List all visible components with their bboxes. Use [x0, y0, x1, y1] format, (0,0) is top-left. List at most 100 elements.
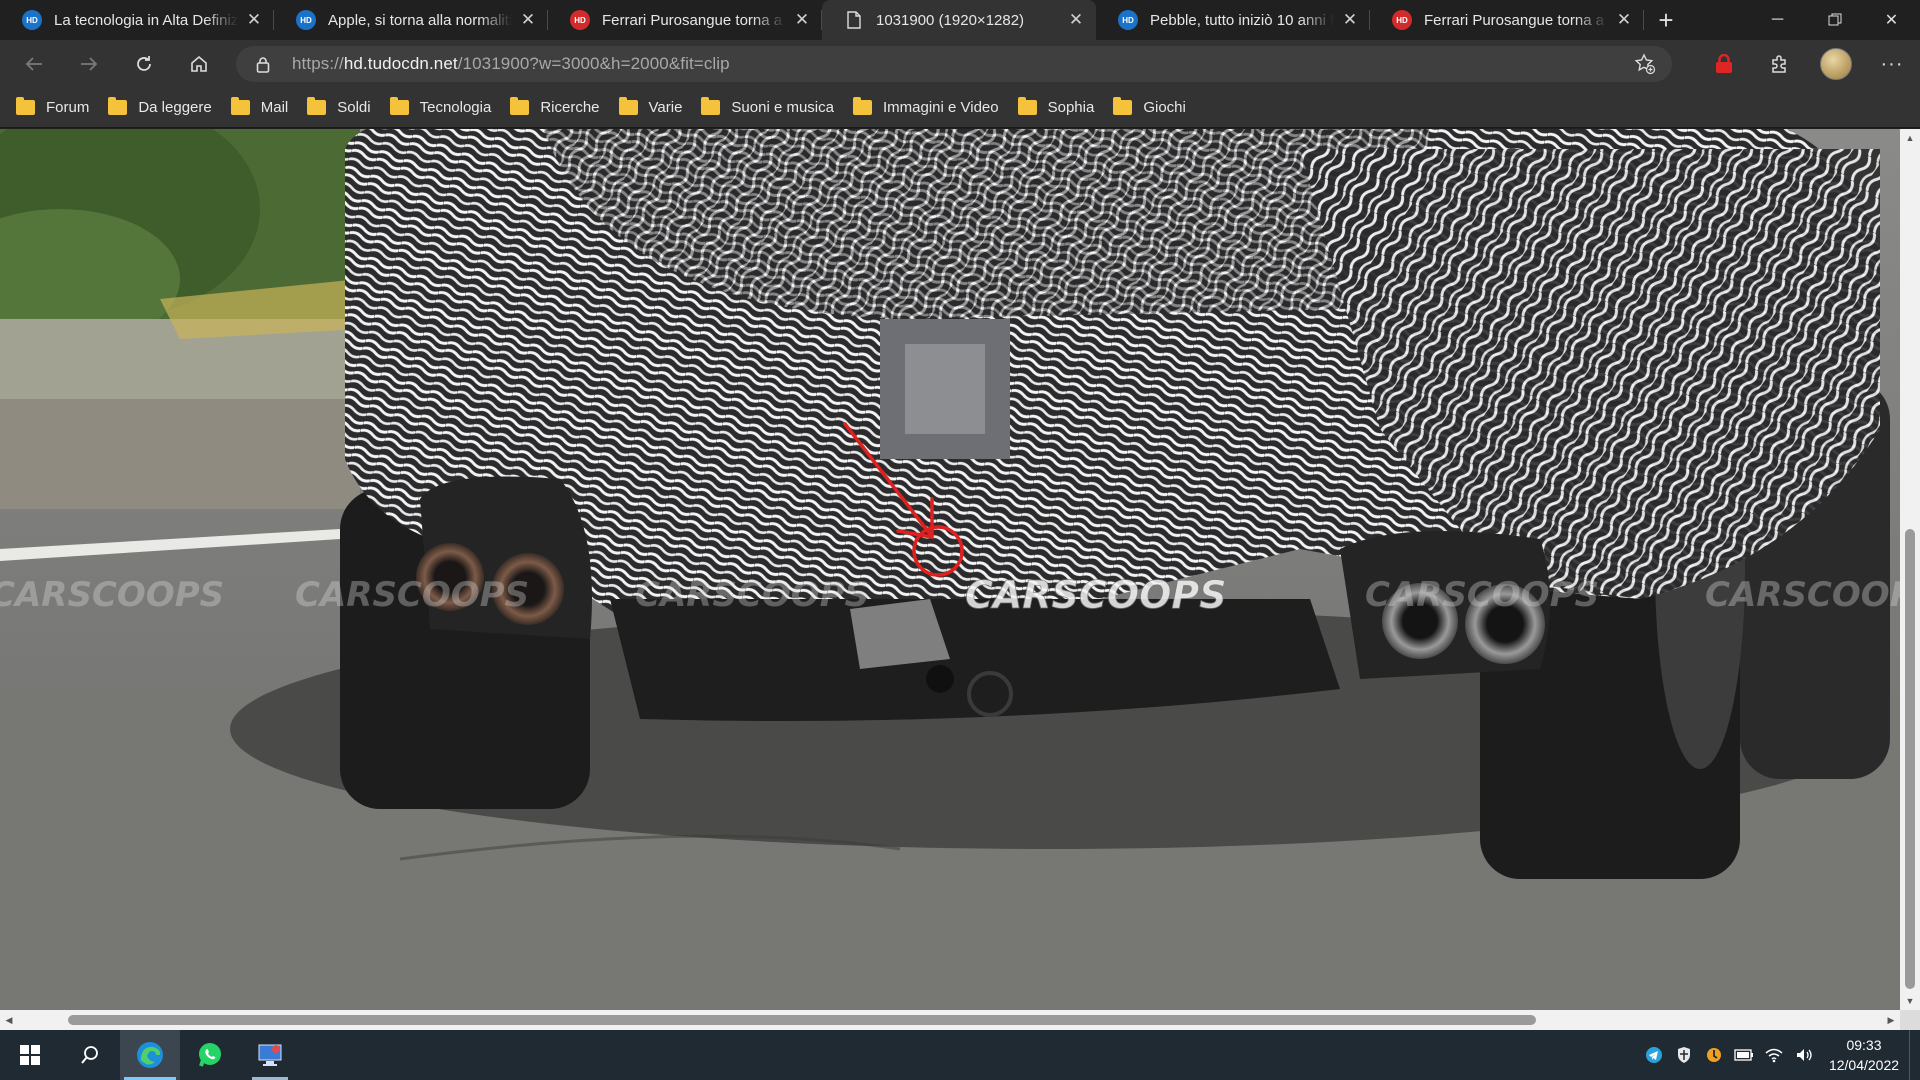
tab-title: Pebble, tutto iniziò 10 anni fa [1150, 11, 1334, 29]
back-arrow-icon[interactable] [6, 40, 61, 88]
close-tab-icon[interactable]: ✕ [518, 10, 538, 30]
new-tab-button[interactable]: + [1644, 0, 1688, 40]
url-scheme: https:// [292, 54, 344, 73]
image-viewport[interactable]: CARSCOOPS CARSCOOPS CARSCOOPS CARSCOOPS … [0, 129, 1900, 1010]
vertical-scrollbar[interactable]: ▲ ▼ [1900, 129, 1920, 1010]
watermark-text: CARSCOOPS [635, 575, 869, 615]
whatsapp-icon [199, 1043, 221, 1067]
address-bar[interactable]: https://hd.tudocdn.net/1031900?w=3000&h=… [236, 46, 1672, 82]
whatsapp-taskbar-button[interactable] [180, 1030, 240, 1080]
bookmark-forum[interactable]: Forum [16, 97, 89, 116]
add-favorite-icon[interactable] [1634, 53, 1656, 80]
horizontal-scroll-thumb[interactable] [68, 1015, 1536, 1025]
tab-title: Ferrari Purosangue torna a farsi vedere [1424, 11, 1608, 29]
extensions-icon[interactable] [1752, 40, 1808, 88]
minimize-icon[interactable]: ─ [1749, 0, 1806, 40]
bookmark-label: Soldi [337, 99, 371, 116]
bookmark-soldi[interactable]: Soldi [307, 97, 371, 116]
bookmark-label: Da leggere [138, 99, 212, 116]
folder-icon [1017, 97, 1037, 115]
search-icon[interactable] [60, 1030, 120, 1080]
volume-icon[interactable] [1789, 1030, 1819, 1080]
bookmark-varie[interactable]: Varie [618, 97, 683, 116]
telegram-tray-icon[interactable] [1639, 1030, 1669, 1080]
start-button[interactable] [0, 1030, 60, 1080]
avatar [1820, 48, 1852, 80]
bookmark-sophia[interactable]: Sophia [1017, 97, 1094, 116]
window-controls: ─ ✕ [1749, 0, 1920, 40]
close-window-icon[interactable]: ✕ [1863, 0, 1920, 40]
tab-title: 1031900 (1920×1282) [876, 11, 1025, 29]
bookmark-tecnologia[interactable]: Tecnologia [389, 97, 491, 116]
clock-date: 12/04/2022 [1828, 1057, 1900, 1073]
horizontal-scrollbar[interactable]: ◀ ▶ [0, 1010, 1900, 1030]
tab-strip: HD La tecnologia in Alta Definizione ✕ H… [0, 0, 1920, 40]
lock-icon[interactable] [252, 56, 274, 73]
bookmark-giochi[interactable]: Giochi [1113, 97, 1186, 116]
bookmarks-bar: Forum Da leggere Mail Soldi Tecnologia R… [0, 88, 1920, 128]
url-text: https://hd.tudocdn.net/1031900?w=3000&h=… [292, 54, 730, 74]
close-tab-icon[interactable]: ✕ [1066, 10, 1086, 30]
folder-icon [852, 97, 872, 115]
app-tray-icon[interactable] [1699, 1030, 1729, 1080]
folder-icon [389, 97, 409, 115]
url-host: hd.tudocdn.net [343, 54, 458, 73]
refresh-icon[interactable] [116, 40, 171, 88]
security-shield-tray-icon[interactable] [1669, 1030, 1699, 1080]
windows-logo-icon [20, 1045, 40, 1065]
watermark-main-text: CARSCOOPS [965, 573, 1227, 617]
restore-icon[interactable] [1806, 0, 1863, 40]
scroll-down-icon[interactable]: ▼ [1900, 992, 1920, 1010]
edge-taskbar-button[interactable] [120, 1030, 180, 1080]
settings-more-icon[interactable]: ··· [1864, 40, 1920, 88]
tab-4-active[interactable]: 1031900 (1920×1282) ✕ [822, 0, 1096, 40]
edge-icon [137, 1042, 163, 1068]
address-toolbar: https://hd.tudocdn.net/1031900?w=3000&h=… [0, 40, 1920, 88]
bookmark-label: Ricerche [540, 99, 600, 116]
close-tab-icon[interactable]: ✕ [1340, 10, 1360, 30]
tab-1[interactable]: HD La tecnologia in Alta Definizione ✕ [0, 0, 274, 40]
scroll-left-icon[interactable]: ◀ [0, 1010, 18, 1030]
hd-favicon-icon: HD [22, 10, 42, 30]
scrollbar-corner [1900, 1010, 1920, 1030]
home-icon[interactable] [171, 40, 226, 88]
system-tray: 09:33 12/04/2022 [1639, 1030, 1920, 1080]
watermark-text: CARSCOOPS [1365, 575, 1599, 615]
tab-3[interactable]: HD Ferrari Purosangue torna a farsi vede… [548, 0, 822, 40]
tab-title: Apple, si torna alla normalità [328, 11, 512, 29]
tab-5[interactable]: HD Pebble, tutto iniziò 10 anni fa ✕ [1096, 0, 1370, 40]
forward-arrow-icon[interactable] [61, 40, 116, 88]
wifi-icon[interactable] [1759, 1030, 1789, 1080]
hd-favicon-icon: HD [1392, 10, 1412, 30]
close-tab-icon[interactable]: ✕ [792, 10, 812, 30]
bookmark-mail[interactable]: Mail [230, 97, 288, 116]
folder-icon [307, 97, 327, 115]
bookmark-ricerche[interactable]: Ricerche [510, 97, 600, 116]
page-icon [844, 10, 864, 30]
bookmark-suoni-e-musica[interactable]: Suoni e musica [701, 97, 834, 116]
clock[interactable]: 09:33 12/04/2022 [1819, 1035, 1909, 1075]
folder-icon [618, 97, 638, 115]
bookmark-label: Immagini e Video [882, 99, 999, 116]
bookmark-da-leggere[interactable]: Da leggere [108, 97, 212, 116]
tab-6[interactable]: HD Ferrari Purosangue torna a farsi vede… [1370, 0, 1644, 40]
scroll-up-icon[interactable]: ▲ [1900, 129, 1920, 147]
tab-title: Ferrari Purosangue torna a farsi vedere [602, 11, 786, 29]
battery-icon[interactable] [1729, 1030, 1759, 1080]
bookmark-label: Varie [648, 99, 683, 116]
close-tab-icon[interactable]: ✕ [1614, 10, 1634, 30]
folder-icon [1113, 97, 1133, 115]
profile-avatar[interactable] [1808, 40, 1864, 88]
folder-icon [230, 97, 250, 115]
vertical-scroll-thumb[interactable] [1905, 529, 1915, 989]
show-desktop-button[interactable] [1909, 1030, 1920, 1080]
close-tab-icon[interactable]: ✕ [244, 10, 264, 30]
watermark-text: CARSCOOPS [0, 575, 224, 615]
tab-2[interactable]: HD Apple, si torna alla normalità ✕ [274, 0, 548, 40]
car-rear-photo: CARSCOOPS CARSCOOPS CARSCOOPS CARSCOOPS … [0, 129, 1900, 1010]
hd-favicon-icon: HD [1118, 10, 1138, 30]
scroll-right-icon[interactable]: ▶ [1882, 1010, 1900, 1030]
bookmark-immagini-e-video[interactable]: Immagini e Video [852, 97, 999, 116]
password-lock-extension-icon[interactable] [1696, 40, 1752, 88]
remote-desktop-taskbar-button[interactable] [240, 1030, 300, 1080]
